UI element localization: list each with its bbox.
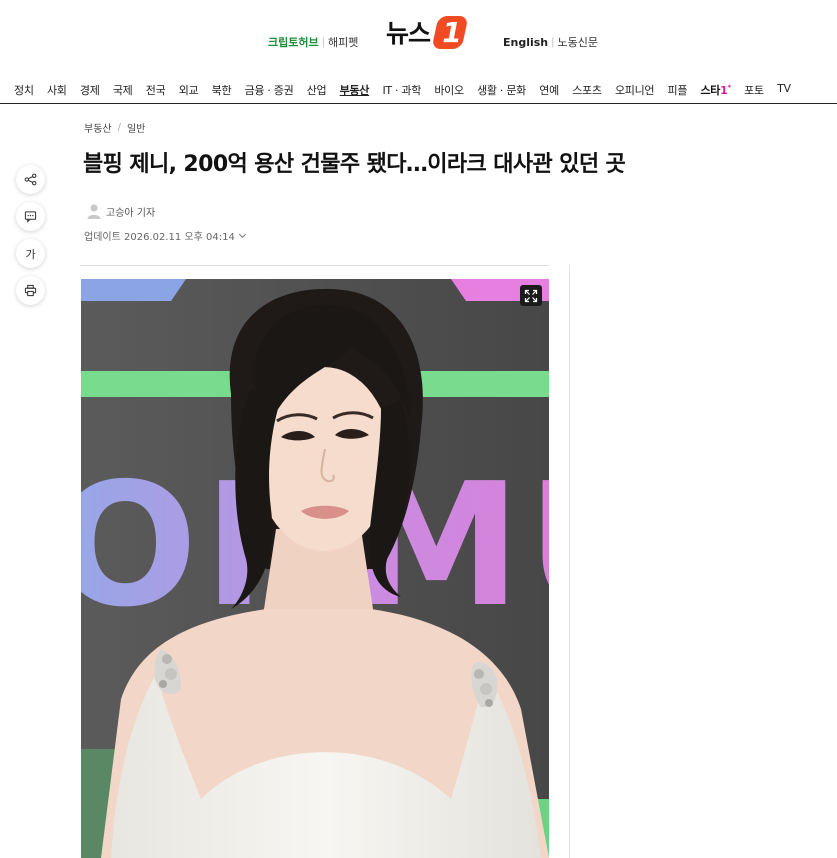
reporter-name: 고승아 기자 (106, 207, 156, 219)
separator: | (551, 36, 555, 48)
nav-item-economy[interactable]: 경제 (80, 82, 100, 98)
nav-item-opinion[interactable]: 오피니언 (615, 82, 655, 98)
article-photo[interactable]: ONMU (81, 279, 549, 858)
font-size-button[interactable]: 가 (16, 239, 45, 268)
nav-item-bio[interactable]: 바이오 (434, 82, 464, 98)
nav-item-lifestyle[interactable]: 생활 · 문화 (477, 82, 526, 98)
nav-item-sports[interactable]: 스포츠 (572, 82, 602, 98)
article-headline: 블핑 제니, 200억 용산 건물주 됐다…이라크 대사관 있던 곳 (83, 152, 626, 177)
logo-mark: 1 (431, 15, 469, 49)
nav-list: 정치 사회 경제 국제 전국 외교 북한 금융 · 증권 산업 부동산 IT ·… (14, 82, 804, 98)
share-button[interactable] (16, 165, 45, 194)
main-nav: 정치 사회 경제 국제 전국 외교 북한 금융 · 증권 산업 부동산 IT ·… (0, 72, 837, 104)
star1-main: 스타 (700, 84, 721, 97)
divider (80, 265, 549, 266)
breadcrumb: 부동산 / 일반 (84, 120, 145, 135)
rodong-link[interactable]: 노동신문 (558, 34, 598, 50)
logo-text: 뉴스 (386, 19, 431, 48)
reporter-avatar-icon (87, 204, 101, 219)
nav-item-national[interactable]: 전국 (146, 82, 166, 98)
nav-item-north-korea[interactable]: 북한 (212, 82, 232, 98)
reporter[interactable]: 고승아 기자 (86, 203, 155, 219)
english-link[interactable]: English (503, 36, 548, 49)
comment-icon (24, 211, 37, 223)
nav-item-people[interactable]: 피플 (668, 82, 688, 98)
update-time[interactable]: 업데이트 2026.02.11 오후 04:14 (84, 228, 247, 243)
nav-item-society[interactable]: 사회 (47, 82, 67, 98)
nav-item-tv[interactable]: TV (777, 82, 791, 98)
header-left-links: 크립토허브 | 해피펫 (268, 34, 358, 50)
nav-item-industry[interactable]: 산업 (307, 82, 327, 98)
print-icon (24, 284, 37, 297)
comment-button[interactable] (16, 202, 45, 231)
separator: | (321, 36, 325, 48)
expand-icon (524, 289, 538, 302)
breadcrumb-subsection[interactable]: 일반 (127, 120, 145, 135)
nav-item-photo[interactable]: 포토 (744, 82, 764, 98)
photo-illustration: ONMU (81, 279, 549, 858)
site-header: 크립토허브 | 해피펫 뉴스 1 English | 노동신문 (0, 0, 837, 70)
expand-button[interactable] (520, 285, 542, 306)
nav-item-real-estate[interactable]: 부동산 (340, 82, 370, 98)
site-logo[interactable]: 뉴스 1 (386, 14, 469, 50)
nav-item-world[interactable]: 국제 (113, 82, 133, 98)
nav-item-politics[interactable]: 정치 (14, 82, 34, 98)
chevron-down-icon (238, 233, 246, 239)
nav-item-it-science[interactable]: IT · 과학 (382, 82, 421, 98)
breadcrumb-section[interactable]: 부동산 (84, 120, 112, 135)
logo-mark-number: 1 (442, 15, 462, 49)
cryptohub-link[interactable]: 크립토허브 (268, 34, 319, 50)
update-time-text: 업데이트 2026.02.11 오후 04:14 (84, 232, 235, 243)
nav-item-entertainment[interactable]: 연예 (539, 82, 559, 98)
header-right-links: English | 노동신문 (503, 34, 598, 50)
happypet-link[interactable]: 해피펫 (328, 34, 358, 50)
star1-sup: * (727, 83, 731, 92)
nav-item-star1[interactable]: 스타1* (700, 82, 731, 98)
nav-item-diplomacy[interactable]: 외교 (179, 82, 199, 98)
column-divider (569, 265, 570, 858)
breadcrumb-separator: / (117, 122, 121, 133)
print-button[interactable] (16, 276, 45, 305)
nav-item-finance[interactable]: 금융 · 증권 (245, 82, 294, 98)
font-size-label: 가 (25, 247, 36, 261)
side-actions: 가 (16, 165, 45, 313)
share-icon (24, 173, 37, 186)
